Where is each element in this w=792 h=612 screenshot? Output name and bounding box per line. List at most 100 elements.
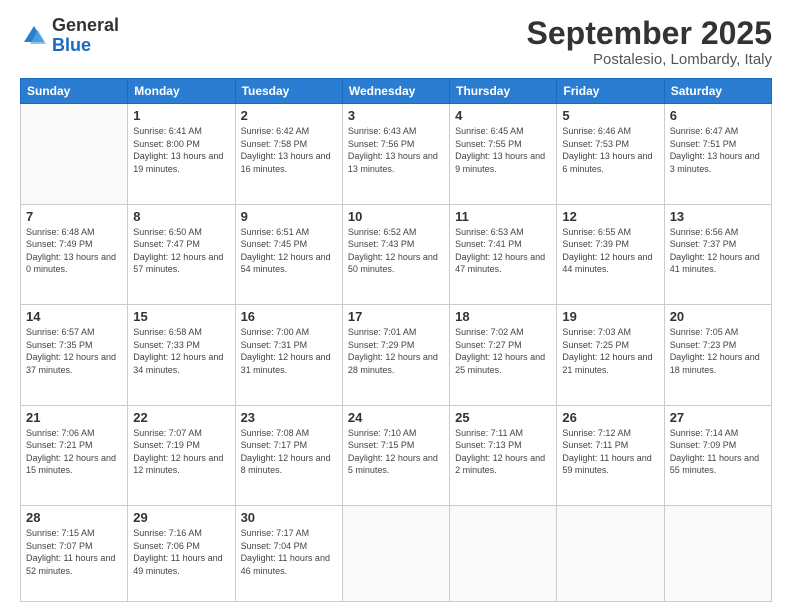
day-header: Saturday bbox=[664, 79, 771, 104]
calendar-cell: 17Sunrise: 7:01 AMSunset: 7:29 PMDayligh… bbox=[342, 305, 449, 405]
month-title: September 2025 bbox=[527, 16, 772, 51]
day-info: Sunrise: 6:50 AMSunset: 7:47 PMDaylight:… bbox=[133, 226, 229, 276]
day-number: 16 bbox=[241, 309, 337, 324]
day-number: 27 bbox=[670, 410, 766, 425]
day-number: 8 bbox=[133, 209, 229, 224]
calendar-table: SundayMondayTuesdayWednesdayThursdayFrid… bbox=[20, 78, 772, 602]
day-header: Sunday bbox=[21, 79, 128, 104]
location: Postalesio, Lombardy, Italy bbox=[527, 51, 772, 68]
calendar-cell: 2 Sunrise: 6:42 AMSunset: 7:58 PMDaylight… bbox=[235, 104, 342, 204]
day-number: 28 bbox=[26, 510, 122, 525]
calendar-cell: 7 Sunrise: 6:48 AMSunset: 7:49 PMDaylight… bbox=[21, 204, 128, 304]
day-number: 23 bbox=[241, 410, 337, 425]
day-number: 22 bbox=[133, 410, 229, 425]
day-info: Sunrise: 7:14 AMSunset: 7:09 PMDaylight:… bbox=[670, 427, 766, 477]
day-number: 10 bbox=[348, 209, 444, 224]
day-info: Sunrise: 7:17 AMSunset: 7:04 PMDaylight:… bbox=[241, 527, 337, 577]
calendar-cell: 18 Sunrise: 7:02 AMSunset: 7:27 PMDayligh… bbox=[450, 305, 557, 405]
day-number: 18 bbox=[455, 309, 551, 324]
day-number: 24 bbox=[348, 410, 444, 425]
calendar-cell: 16Sunrise: 7:00 AMSunset: 7:31 PMDayligh… bbox=[235, 305, 342, 405]
calendar-cell bbox=[664, 506, 771, 602]
day-info: Sunrise: 6:56 AMSunset: 7:37 PMDaylight:… bbox=[670, 226, 766, 276]
day-number: 25 bbox=[455, 410, 551, 425]
day-info: Sunrise: 6:42 AMSunset: 7:58 PMDaylight:… bbox=[241, 125, 337, 175]
day-info: Sunrise: 6:52 AMSunset: 7:43 PMDaylight:… bbox=[348, 226, 444, 276]
calendar-cell: 9 Sunrise: 6:51 AMSunset: 7:45 PMDaylight… bbox=[235, 204, 342, 304]
calendar-cell: 10 Sunrise: 6:52 AMSunset: 7:43 PMDayligh… bbox=[342, 204, 449, 304]
calendar-cell: 29 Sunrise: 7:16 AMSunset: 7:06 PMDayligh… bbox=[128, 506, 235, 602]
calendar-cell: 23 Sunrise: 7:08 AMSunset: 7:17 PMDayligh… bbox=[235, 405, 342, 505]
day-info: Sunrise: 7:15 AMSunset: 7:07 PMDaylight:… bbox=[26, 527, 122, 577]
day-info: Sunrise: 7:05 AMSunset: 7:23 PMDaylight:… bbox=[670, 326, 766, 376]
page: General Blue September 2025 Postalesio, … bbox=[0, 0, 792, 612]
calendar-cell: 19Sunrise: 7:03 AMSunset: 7:25 PMDayligh… bbox=[557, 305, 664, 405]
day-header: Tuesday bbox=[235, 79, 342, 104]
day-info: Sunrise: 6:51 AMSunset: 7:45 PMDaylight:… bbox=[241, 226, 337, 276]
day-info: Sunrise: 6:48 AMSunset: 7:49 PMDaylight:… bbox=[26, 226, 122, 276]
day-number: 11 bbox=[455, 209, 551, 224]
day-number: 1 bbox=[133, 108, 229, 123]
day-info: Sunrise: 7:03 AMSunset: 7:25 PMDaylight:… bbox=[562, 326, 658, 376]
day-number: 2 bbox=[241, 108, 337, 123]
calendar-cell: 6Sunrise: 6:47 AMSunset: 7:51 PMDaylight… bbox=[664, 104, 771, 204]
calendar-cell: 12 Sunrise: 6:55 AMSunset: 7:39 PMDayligh… bbox=[557, 204, 664, 304]
calendar-cell: 13 Sunrise: 6:56 AMSunset: 7:37 PMDayligh… bbox=[664, 204, 771, 304]
day-number: 17 bbox=[348, 309, 444, 324]
day-number: 3 bbox=[348, 108, 444, 123]
calendar-cell: 21 Sunrise: 7:06 AMSunset: 7:21 PMDayligh… bbox=[21, 405, 128, 505]
day-number: 6 bbox=[670, 108, 766, 123]
logo: General Blue bbox=[20, 16, 119, 56]
calendar-cell: 8 Sunrise: 6:50 AMSunset: 7:47 PMDaylight… bbox=[128, 204, 235, 304]
calendar-cell bbox=[450, 506, 557, 602]
calendar-cell: 27 Sunrise: 7:14 AMSunset: 7:09 PMDayligh… bbox=[664, 405, 771, 505]
calendar-cell: 5 Sunrise: 6:46 AMSunset: 7:53 PMDaylight… bbox=[557, 104, 664, 204]
day-info: Sunrise: 7:06 AMSunset: 7:21 PMDaylight:… bbox=[26, 427, 122, 477]
logo-blue: Blue bbox=[52, 36, 119, 56]
week-row: 28 Sunrise: 7:15 AMSunset: 7:07 PMDayligh… bbox=[21, 506, 772, 602]
day-info: Sunrise: 7:10 AMSunset: 7:15 PMDaylight:… bbox=[348, 427, 444, 477]
header-row: SundayMondayTuesdayWednesdayThursdayFrid… bbox=[21, 79, 772, 104]
day-number: 29 bbox=[133, 510, 229, 525]
week-row: 14 Sunrise: 6:57 AMSunset: 7:35 PMDayligh… bbox=[21, 305, 772, 405]
day-number: 12 bbox=[562, 209, 658, 224]
day-info: Sunrise: 7:02 AMSunset: 7:27 PMDaylight:… bbox=[455, 326, 551, 376]
calendar-cell: 26 Sunrise: 7:12 AMSunset: 7:11 PMDayligh… bbox=[557, 405, 664, 505]
calendar-cell: 15 Sunrise: 6:58 AMSunset: 7:33 PMDayligh… bbox=[128, 305, 235, 405]
week-row: 7 Sunrise: 6:48 AMSunset: 7:49 PMDaylight… bbox=[21, 204, 772, 304]
calendar-cell: 22 Sunrise: 7:07 AMSunset: 7:19 PMDayligh… bbox=[128, 405, 235, 505]
logo-text: General Blue bbox=[52, 16, 119, 56]
day-number: 20 bbox=[670, 309, 766, 324]
day-number: 14 bbox=[26, 309, 122, 324]
day-number: 9 bbox=[241, 209, 337, 224]
day-info: Sunrise: 7:07 AMSunset: 7:19 PMDaylight:… bbox=[133, 427, 229, 477]
calendar-cell: 3Sunrise: 6:43 AMSunset: 7:56 PMDaylight… bbox=[342, 104, 449, 204]
day-info: Sunrise: 7:12 AMSunset: 7:11 PMDaylight:… bbox=[562, 427, 658, 477]
day-info: Sunrise: 6:58 AMSunset: 7:33 PMDaylight:… bbox=[133, 326, 229, 376]
day-info: Sunrise: 6:55 AMSunset: 7:39 PMDaylight:… bbox=[562, 226, 658, 276]
day-number: 15 bbox=[133, 309, 229, 324]
day-number: 21 bbox=[26, 410, 122, 425]
calendar-cell: 25Sunrise: 7:11 AMSunset: 7:13 PMDayligh… bbox=[450, 405, 557, 505]
day-info: Sunrise: 6:53 AMSunset: 7:41 PMDaylight:… bbox=[455, 226, 551, 276]
calendar-cell: 24 Sunrise: 7:10 AMSunset: 7:15 PMDayligh… bbox=[342, 405, 449, 505]
day-info: Sunrise: 6:57 AMSunset: 7:35 PMDaylight:… bbox=[26, 326, 122, 376]
day-header: Monday bbox=[128, 79, 235, 104]
title-block: September 2025 Postalesio, Lombardy, Ita… bbox=[527, 16, 772, 68]
day-header: Wednesday bbox=[342, 79, 449, 104]
calendar-cell bbox=[557, 506, 664, 602]
day-info: Sunrise: 7:08 AMSunset: 7:17 PMDaylight:… bbox=[241, 427, 337, 477]
day-number: 7 bbox=[26, 209, 122, 224]
calendar-cell: 20 Sunrise: 7:05 AMSunset: 7:23 PMDayligh… bbox=[664, 305, 771, 405]
day-info: Sunrise: 6:45 AMSunset: 7:55 PMDaylight:… bbox=[455, 125, 551, 175]
week-row: 21 Sunrise: 7:06 AMSunset: 7:21 PMDayligh… bbox=[21, 405, 772, 505]
calendar-cell: 11 Sunrise: 6:53 AMSunset: 7:41 PMDayligh… bbox=[450, 204, 557, 304]
day-number: 13 bbox=[670, 209, 766, 224]
day-number: 26 bbox=[562, 410, 658, 425]
logo-icon bbox=[20, 22, 48, 50]
day-number: 5 bbox=[562, 108, 658, 123]
calendar-cell: 1Sunrise: 6:41 AMSunset: 8:00 PMDaylight… bbox=[128, 104, 235, 204]
day-info: Sunrise: 6:46 AMSunset: 7:53 PMDaylight:… bbox=[562, 125, 658, 175]
day-info: Sunrise: 7:16 AMSunset: 7:06 PMDaylight:… bbox=[133, 527, 229, 577]
calendar-cell: 30Sunrise: 7:17 AMSunset: 7:04 PMDayligh… bbox=[235, 506, 342, 602]
